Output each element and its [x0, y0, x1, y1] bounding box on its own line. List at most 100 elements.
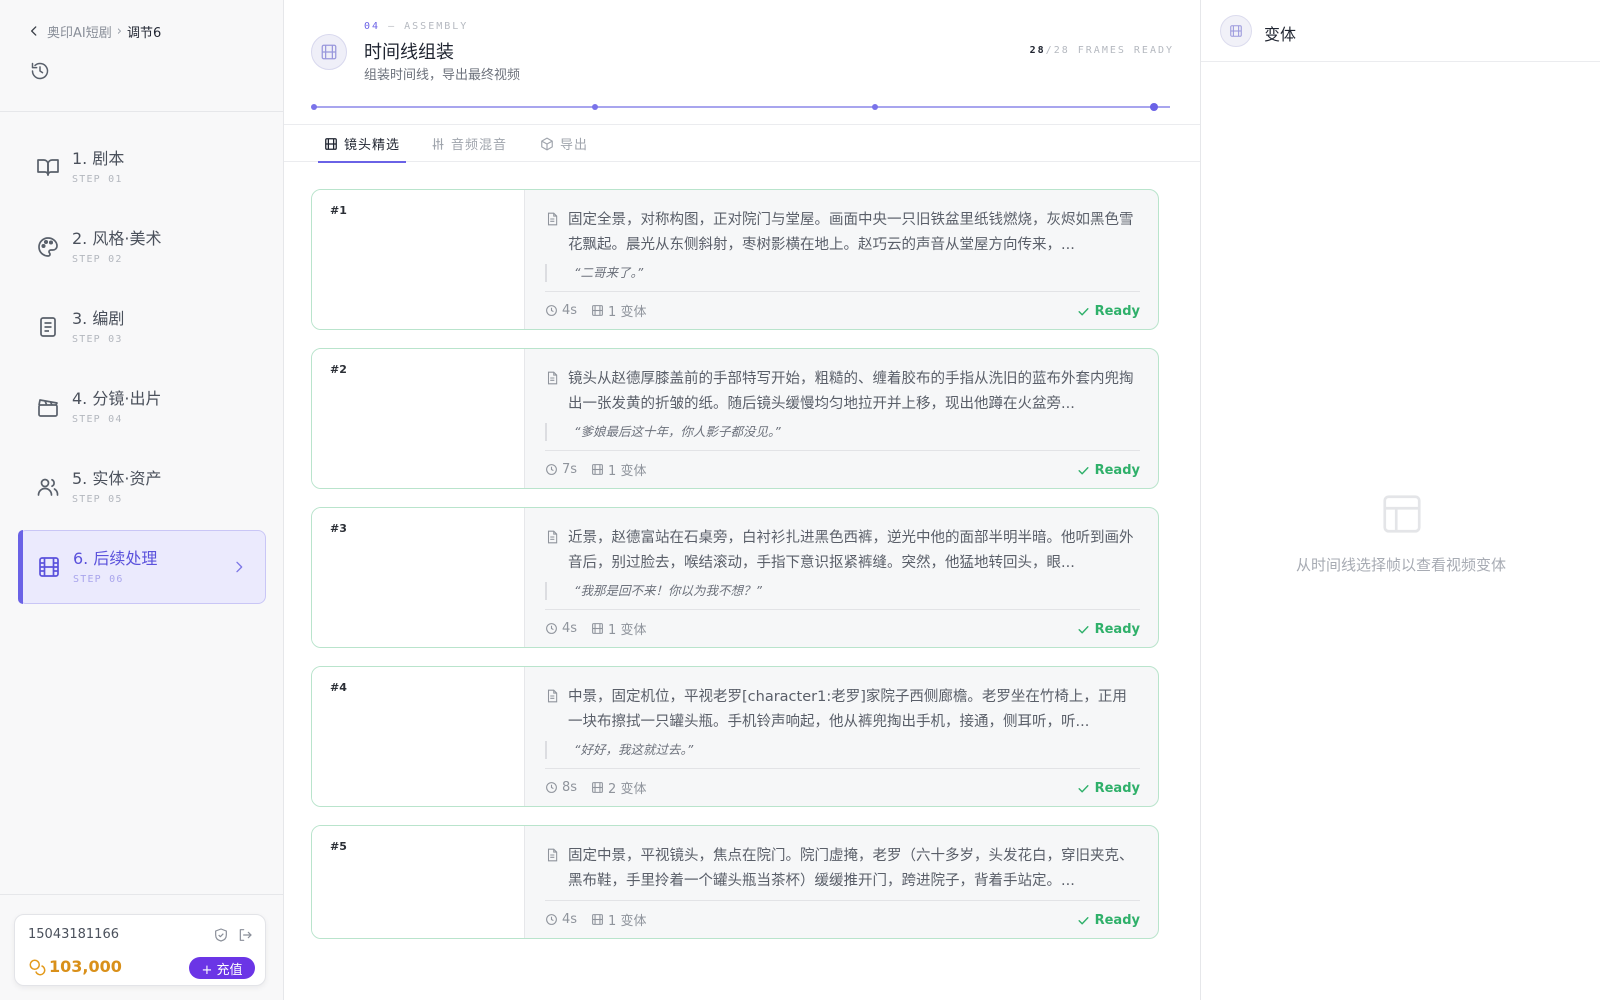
package-icon — [540, 137, 554, 151]
clapperboard-icon — [36, 395, 60, 419]
step-nav: 1. 剧本 STEP 01 2. 风格·美术 STEP 02 3. 编剧 STE… — [18, 130, 266, 610]
shot-number: #2 — [330, 363, 347, 376]
progress-node — [311, 104, 317, 110]
tab-label: 镜头精选 — [344, 138, 401, 153]
breadcrumb-separator: › — [116, 23, 122, 39]
shot-meta: 4s 1 变体 Ready — [545, 609, 1140, 647]
shot-card[interactable]: #4 中景，固定机位，平视老罗[character1:老罗]家院子西侧廊檐。老罗… — [311, 666, 1159, 807]
tab-audio-mix[interactable]: 音频混音 — [431, 125, 507, 162]
film-icon — [37, 555, 61, 579]
step-item-style[interactable]: 2. 风格·美术 STEP 02 — [18, 210, 266, 284]
step-item-script[interactable]: 1. 剧本 STEP 01 — [18, 130, 266, 204]
film-icon — [591, 622, 604, 635]
breadcrumb-current: 调节6 — [126, 25, 162, 41]
document-icon — [545, 848, 559, 862]
document-icon — [545, 212, 559, 226]
assembly-progress — [311, 103, 1170, 111]
check-icon — [1077, 464, 1090, 477]
step-sub: STEP 05 — [72, 494, 123, 505]
step-item-writing[interactable]: 3. 编剧 STEP 03 — [18, 290, 266, 364]
shot-dialogue: “我那是回不来！你以为我不想？” — [545, 582, 1140, 600]
progress-node — [872, 104, 878, 110]
users-icon — [36, 475, 60, 499]
film-icon — [591, 304, 604, 317]
status-label: Ready — [1094, 781, 1140, 796]
shot-description: 镜头从赵德厚膝盖前的手部特写开始，粗糙的、缠着胶布的手指从洗旧的蓝布外套内兜掏出… — [545, 367, 1140, 417]
shot-variants: 1 变体 — [608, 305, 647, 320]
check-icon — [1077, 782, 1090, 795]
document-icon — [545, 530, 559, 544]
film-icon — [324, 137, 338, 151]
main-panel: 04 — ASSEMBLY 时间线组装 组装时间线，导出最终视频 28/28 F… — [284, 0, 1200, 1000]
topup-button[interactable]: + 充值 — [189, 957, 255, 979]
logout-icon[interactable] — [237, 927, 253, 943]
breadcrumb-parent[interactable]: 奥印AI短剧 — [47, 22, 112, 41]
variants-panel: 变体 从时间线选择帧以查看视频变体 — [1200, 0, 1600, 1000]
chevron-right-icon — [231, 559, 247, 575]
shot-description: 中景，固定机位，平视老罗[character1:老罗]家院子西侧廊檐。老罗坐在竹… — [545, 685, 1140, 735]
empty-state-text: 从时间线选择帧以查看视频变体 — [1295, 556, 1506, 574]
tab-shot-selection[interactable]: 镜头精选 — [317, 125, 407, 163]
step-sub: STEP 02 — [72, 254, 123, 265]
shot-card[interactable]: #1 固定全景，对称构图，正对院门与堂屋。画面中央一只旧铁盆里纸钱燃烧，灰烬如黑… — [311, 189, 1159, 330]
shot-duration: 7s — [562, 462, 578, 477]
palette-icon — [36, 235, 60, 259]
shot-meta: 8s 2 变体 Ready — [545, 768, 1140, 806]
shot-number: #4 — [330, 681, 347, 694]
status-label: Ready — [1094, 463, 1140, 478]
account-phone: 15043181166 — [28, 927, 119, 942]
step-label: 1. 剧本 — [72, 149, 125, 168]
shot-duration: 4s — [562, 912, 578, 927]
check-icon — [1077, 914, 1090, 927]
shot-card[interactable]: #2 镜头从赵德厚膝盖前的手部特写开始，粗糙的、缠着胶布的手指从洗旧的蓝布外套内… — [311, 348, 1159, 489]
shot-card[interactable]: #3 近景，赵德富站在石桌旁，白衬衫扎进黑色西裤，逆光中他的面部半明半暗。他听到… — [311, 507, 1159, 648]
shot-description: 固定全景，对称构图，正对院门与堂屋。画面中央一只旧铁盆里纸钱燃烧，灰烬如黑色雪花… — [545, 208, 1140, 258]
film-icon — [311, 34, 347, 70]
step-label: 4. 分镜·出片 — [72, 389, 162, 408]
shot-description: 固定中景，平视镜头，焦点在院门。院门虚掩，老罗（六十多岁，头发花白，穿旧夹克、黑… — [545, 844, 1140, 894]
check-icon — [1077, 305, 1090, 318]
account-card: 15043181166 103,000 + 充值 — [14, 914, 266, 986]
film-icon — [591, 913, 604, 926]
shot-number: #5 — [330, 840, 347, 853]
shot-meta: 4s 1 变体 Ready — [545, 291, 1140, 329]
shot-number: #3 — [330, 522, 347, 535]
shot-description-text: 固定中景，平视镜头，焦点在院门。院门虚掩，老罗（六十多岁，头发花白，穿旧夹克、黑… — [568, 848, 1134, 889]
shot-list: #1 固定全景，对称构图，正对院门与堂屋。画面中央一只旧铁盆里纸钱燃烧，灰烬如黑… — [311, 189, 1159, 957]
step-sub: STEP 01 — [72, 174, 123, 185]
section-name: ASSEMBLY — [404, 21, 469, 32]
frames-ready-counter: 28/28 FRAMES READY — [1030, 45, 1174, 56]
status-badge: Ready — [1077, 463, 1140, 478]
status-badge: Ready — [1077, 913, 1140, 928]
tab-export[interactable]: 导出 — [540, 125, 588, 162]
credit-balance: 103,000 — [49, 957, 122, 976]
tab-label: 音频混音 — [451, 138, 508, 153]
status-label: Ready — [1094, 622, 1140, 637]
shot-number: #1 — [330, 204, 347, 217]
step-item-post[interactable]: 6. 后续处理 STEP 06 — [18, 530, 266, 604]
shot-dialogue: “二哥来了。” — [545, 264, 1140, 282]
step-label: 5. 实体·资产 — [72, 469, 162, 488]
step-label: 3. 编剧 — [72, 309, 125, 328]
document-icon — [545, 371, 559, 385]
shot-variants: 1 变体 — [608, 464, 647, 479]
shot-variants: 2 变体 — [608, 782, 647, 797]
step-label: 6. 后续处理 — [73, 549, 158, 568]
status-label: Ready — [1094, 913, 1140, 928]
frames-total: /28 FRAMES READY — [1045, 45, 1174, 56]
step-item-storyboard[interactable]: 4. 分镜·出片 STEP 04 — [18, 370, 266, 444]
step-sub: STEP 06 — [73, 574, 124, 585]
tab-bar: 镜头精选 音频混音 导出 — [284, 124, 1200, 163]
step-sub: STEP 03 — [72, 334, 123, 345]
step-item-assets[interactable]: 5. 实体·资产 STEP 05 — [18, 450, 266, 524]
shot-description-text: 中景，固定机位，平视老罗[character1:老罗]家院子西侧廊檐。老罗坐在竹… — [568, 689, 1127, 730]
back-chevron-icon[interactable] — [25, 22, 43, 40]
shield-check-icon[interactable] — [213, 927, 229, 943]
history-icon[interactable] — [30, 61, 50, 81]
clock-icon — [545, 622, 558, 635]
page-title: 时间线组装 — [364, 42, 454, 63]
script-icon — [36, 315, 60, 339]
clock-icon — [545, 913, 558, 926]
status-badge: Ready — [1077, 622, 1140, 637]
shot-card[interactable]: #5 固定中景，平视镜头，焦点在院门。院门虚掩，老罗（六十多岁，头发花白，穿旧夹… — [311, 825, 1159, 939]
